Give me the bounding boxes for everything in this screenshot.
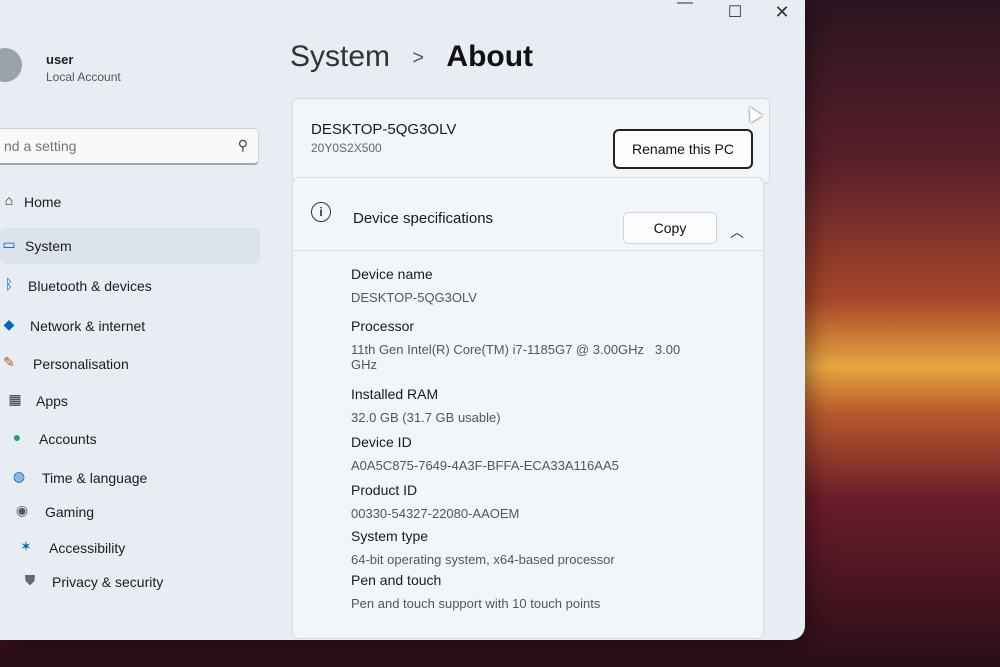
specs-title: Device specifications xyxy=(353,210,494,227)
page-title: About xyxy=(446,40,534,73)
accessibility-icon: ✶ xyxy=(20,538,32,554)
bluetooth-icon: ᛒ xyxy=(4,276,14,292)
profile-name: user xyxy=(46,52,74,67)
device-model: 20Y0S2X500 xyxy=(311,141,382,155)
chevron-up-icon[interactable]: ︿ xyxy=(730,222,744,242)
sidebar-item-time-language[interactable]: ◍ Time & language xyxy=(0,460,260,496)
sidebar-item-label: System xyxy=(25,238,72,254)
sidebar-item-accessibility[interactable]: ✶ Accessibility xyxy=(0,530,260,566)
spec-pen-touch: Pen and touch Pen and touch support with… xyxy=(351,572,600,611)
maximize-icon[interactable]: ☐ xyxy=(715,2,755,22)
spec-label: Pen and touch xyxy=(351,572,442,588)
shield-icon: ⛊ xyxy=(24,572,36,588)
spec-label: System type xyxy=(351,528,429,544)
spec-label: Device ID xyxy=(351,434,412,450)
spec-value: 00330-54327-22080-AAOEM xyxy=(351,506,520,521)
spec-label: Product ID xyxy=(351,482,418,498)
spec-value: 64-bit operating system, x64-based proce… xyxy=(351,552,615,567)
sidebar-item-label: Personalisation xyxy=(33,356,129,372)
sidebar-item-label: Apps xyxy=(36,393,68,409)
info-icon: i xyxy=(311,202,331,222)
sidebar-item-label: Accessibility xyxy=(49,540,126,556)
avatar[interactable] xyxy=(0,48,22,82)
spec-label: Device name xyxy=(351,266,433,282)
breadcrumb: System > About xyxy=(290,40,533,74)
spec-value: 32.0 GB (31.7 GB usable) xyxy=(351,410,501,425)
spec-system-type: System type 64-bit operating system, x64… xyxy=(351,528,615,567)
spec-value-cont: GHz xyxy=(351,357,377,372)
spec-processor: Processor 11th Gen Intel(R) Core(TM) i7-… xyxy=(351,318,680,372)
sidebar-item-bluetooth[interactable]: ᛒ Bluetooth & devices xyxy=(0,268,260,304)
sidebar-item-apps[interactable]: ▦ Apps xyxy=(0,383,260,419)
spec-device-id: Device ID A0A5C875-7649-4A3F-BFFA-ECA33A… xyxy=(351,434,619,473)
search-icon[interactable]: ⚲ xyxy=(238,137,248,154)
system-icon: ▭ xyxy=(2,236,16,252)
device-specifications-card: i Device specifications Copy ︿ Device na… xyxy=(292,177,764,639)
sidebar-item-gaming[interactable]: ◉ Gaming xyxy=(0,494,260,530)
spec-value: Pen and touch support with 10 touch poin… xyxy=(351,596,601,611)
search-box[interactable]: ⚲ xyxy=(0,128,259,165)
profile-account-type: Local Account xyxy=(46,70,121,84)
sidebar-item-system[interactable]: ▭ System xyxy=(0,228,260,264)
chevron-right-icon: > xyxy=(412,46,425,69)
breadcrumb-parent[interactable]: System xyxy=(290,40,390,73)
spec-value: DESKTOP-5QG3OLV xyxy=(351,290,477,305)
brush-icon: ✎ xyxy=(3,354,15,370)
device-card: DESKTOP-5QG3OLV 20Y0S2X500 Rename this P… xyxy=(292,98,770,184)
spec-value: A0A5C875-7649-4A3F-BFFA-ECA33A116AA5 xyxy=(351,458,619,473)
home-icon: ⌂ xyxy=(4,192,14,208)
globe-icon: ◍ xyxy=(12,468,26,484)
sidebar-item-label: Home xyxy=(24,194,62,210)
device-name: DESKTOP-5QG3OLV xyxy=(311,121,457,138)
close-icon[interactable]: ✕ xyxy=(762,2,802,23)
sidebar-item-label: Privacy & security xyxy=(52,574,164,590)
spec-device-name: Device name DESKTOP-5QG3OLV xyxy=(351,266,477,305)
settings-window: — ☐ ✕ user Local Account ⚲ ⌂ Home ▭ Syst… xyxy=(0,0,805,640)
sidebar-item-label: Accounts xyxy=(39,431,97,447)
person-icon: ● xyxy=(12,429,22,445)
apps-icon: ▦ xyxy=(8,391,22,407)
spec-label: Installed RAM xyxy=(351,386,439,402)
sidebar-item-personalisation[interactable]: ✎ Personalisation xyxy=(0,346,260,382)
minimize-icon[interactable]: — xyxy=(665,0,705,12)
sidebar-item-accounts[interactable]: ● Accounts xyxy=(0,421,260,457)
spec-label: Processor xyxy=(351,318,415,334)
wifi-icon: ◆ xyxy=(3,316,15,332)
search-input[interactable] xyxy=(2,137,226,155)
sidebar-item-label: Network & internet xyxy=(30,318,146,334)
spec-installed-ram: Installed RAM 32.0 GB (31.7 GB usable) xyxy=(351,386,501,425)
spec-value: 11th Gen Intel(R) Core(TM) i7-1185G7 @ 3… xyxy=(351,342,681,357)
sidebar-item-label: Bluetooth & devices xyxy=(28,278,152,294)
sidebar-item-label: Time & language xyxy=(42,470,148,486)
controller-icon: ◉ xyxy=(15,502,29,518)
rename-pc-button[interactable]: Rename this PC xyxy=(613,129,753,169)
spec-product-id: Product ID 00330-54327-22080-AAOEM xyxy=(351,482,519,521)
copy-button[interactable]: Copy xyxy=(623,212,717,244)
sidebar-item-network[interactable]: ◆ Network & internet xyxy=(0,308,260,344)
specs-header[interactable]: i Device specifications Copy ︿ xyxy=(293,178,763,251)
sidebar-item-privacy[interactable]: ⛊ Privacy & security xyxy=(0,564,260,600)
sidebar-item-home[interactable]: ⌂ Home xyxy=(0,184,260,220)
sidebar-item-label: Gaming xyxy=(45,504,95,520)
